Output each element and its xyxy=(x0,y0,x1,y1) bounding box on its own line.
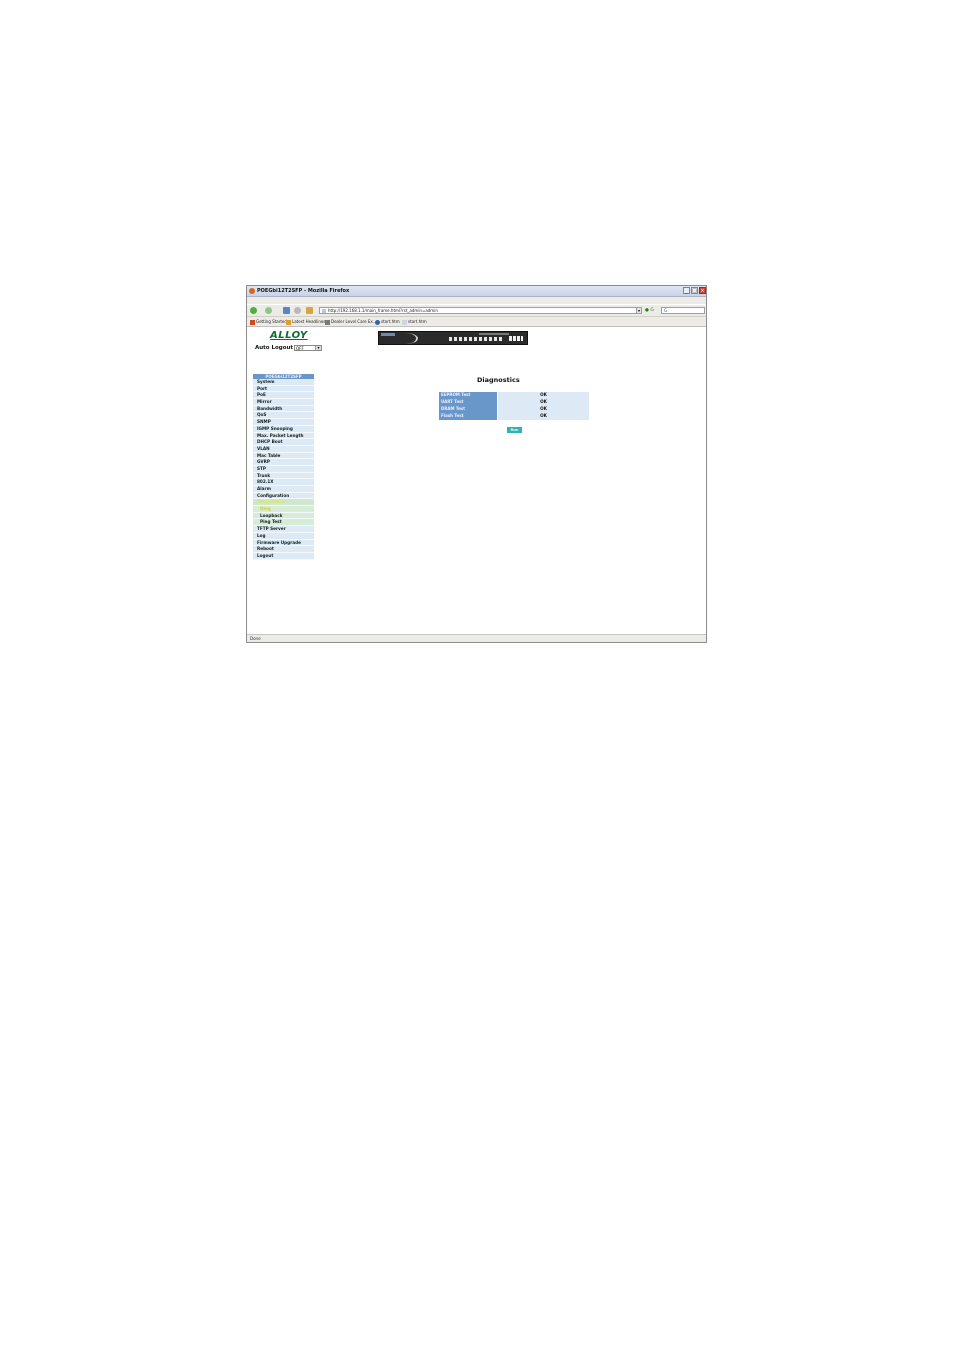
test-result: OK xyxy=(498,413,589,420)
device-sfp-ports xyxy=(509,336,523,341)
sidebar-item-port[interactable]: Port xyxy=(253,385,314,393)
test-label: Flash Test xyxy=(439,413,497,420)
device-logo xyxy=(381,333,395,336)
sidebar-item-diagnostics[interactable]: Diagnostics xyxy=(253,499,314,507)
sidebar-item-logout[interactable]: Logout xyxy=(253,552,314,560)
switch-front-panel-image xyxy=(378,331,528,345)
sidebar-item-diag[interactable]: Diag xyxy=(253,506,314,513)
bookmark-getting-started[interactable]: Getting Started xyxy=(250,318,287,325)
test-label: EEPROM Test xyxy=(439,392,497,399)
status-bar: Done xyxy=(247,634,706,642)
device-curve xyxy=(394,333,418,344)
sidebar-item-bandwidth[interactable]: Bandwidth xyxy=(253,405,314,413)
title-bar: POEGbi12T2SFP - Mozilla Firefox _ □ × xyxy=(247,286,706,297)
sidebar-item-poe[interactable]: PoE xyxy=(253,392,314,400)
bookmarks-toolbar: Getting Started Latest Headlines Dealer … xyxy=(247,317,706,327)
maximize-button[interactable]: □ xyxy=(691,287,698,294)
table-row: DRAM Test OK xyxy=(439,406,589,413)
window-title: POEGbi12T2SFP - Mozilla Firefox xyxy=(257,288,350,294)
sidebar-menu: POEGbi12T2SFP System Port PoE Mirror Bandwid… xyxy=(253,374,314,560)
sidebar-item-alarm[interactable]: Alarm xyxy=(253,486,314,493)
table-row: EEPROM Test OK xyxy=(439,392,589,399)
chevron-down-icon: ▾ xyxy=(315,346,321,350)
bookmark-label: Latest Headlines xyxy=(292,319,326,324)
bookmark-label: start.htm xyxy=(381,319,400,324)
navigation-toolbar: http://192.168.1.1/main_frame.html?rst_a… xyxy=(247,305,706,317)
device-label-strip xyxy=(479,333,509,335)
bookmark-label: start.htm xyxy=(408,319,427,324)
stop-icon[interactable] xyxy=(294,307,301,314)
auto-logout-value: OFF xyxy=(296,346,304,351)
sidebar-item-mac-table[interactable]: Mac Table xyxy=(253,452,314,460)
go-label: G xyxy=(650,308,654,313)
run-button[interactable]: Run xyxy=(507,427,522,433)
reload-icon[interactable] xyxy=(283,307,290,314)
sidebar-item-reboot[interactable]: Reboot xyxy=(253,546,314,553)
rss-icon xyxy=(286,319,291,325)
url-dropdown-icon[interactable]: ▾ xyxy=(636,307,642,314)
back-icon[interactable] xyxy=(250,307,257,314)
sidebar-item-tftp-server[interactable]: TFTP Server xyxy=(253,526,314,533)
sidebar-item-stp[interactable]: STP xyxy=(253,465,314,473)
menu-bar: File Edit View Go Bookmarks Tools Help xyxy=(247,297,706,314)
sidebar-item-vlan[interactable]: VLAN xyxy=(253,445,314,453)
sidebar-item-configuration[interactable]: Configuration xyxy=(253,492,314,500)
bookmark-start-2[interactable]: start.htm xyxy=(402,318,427,325)
sidebar-item-mirror[interactable]: Mirror xyxy=(253,399,314,406)
minimize-button[interactable]: _ xyxy=(683,287,690,294)
sidebar-item-log[interactable]: Log xyxy=(253,532,314,540)
sidebar-item-trunk[interactable]: Trunk xyxy=(253,472,314,480)
sidebar-item-max-packet-length[interactable]: Max. Packet Length xyxy=(253,432,314,440)
alloy-logo: ALLOY xyxy=(270,330,308,341)
bookmark-latest-headlines[interactable]: Latest Headlines xyxy=(286,318,325,325)
sidebar-item-qos[interactable]: QoS xyxy=(253,412,314,420)
sidebar-item-gvrp[interactable]: GVRP xyxy=(253,459,314,466)
page-content: ALLOY Auto Logout OFF ▾ POEGbi12T2SFP Sy… xyxy=(247,328,706,634)
sidebar-item-igmp-snooping[interactable]: IGMP Snooping xyxy=(253,425,314,433)
device-ports xyxy=(449,337,504,341)
globe-icon xyxy=(375,319,380,325)
bookmark-dealer[interactable]: Dealer Level Care Ex... xyxy=(325,318,377,325)
search-input[interactable]: G xyxy=(661,307,705,314)
test-result: OK xyxy=(498,392,589,399)
url-input[interactable]: http://192.168.1.1/main_frame.html?rst_a… xyxy=(319,307,641,314)
url-text: http://192.168.1.1/main_frame.html?rst_a… xyxy=(328,308,438,313)
sidebar-item-802-1x[interactable]: 802.1X xyxy=(253,479,314,486)
status-text: Done xyxy=(250,636,261,641)
auto-logout-select[interactable]: OFF ▾ xyxy=(294,345,322,351)
bookmark-start-1[interactable]: start.htm xyxy=(375,318,400,325)
sidebar-item-firmware-upgrade[interactable]: Firmware Upgrade xyxy=(253,539,314,547)
search-placeholder: G xyxy=(664,308,668,313)
browser-window: POEGbi12T2SFP - Mozilla Firefox _ □ × Fi… xyxy=(246,285,707,643)
test-label: DRAM Test xyxy=(439,406,497,413)
page-title: Diagnostics xyxy=(477,376,520,384)
home-icon[interactable] xyxy=(306,307,313,314)
test-result: OK xyxy=(498,406,589,413)
bookmark-label: Getting Started xyxy=(256,319,287,324)
bookmark-label: Dealer Level Care Ex... xyxy=(331,319,377,324)
go-button[interactable]: ● G xyxy=(645,307,654,314)
test-result: OK xyxy=(498,399,589,406)
test-label: UART Test xyxy=(439,399,497,406)
sidebar-item-dhcp-boot[interactable]: DHCP Boot xyxy=(253,439,314,446)
page-icon xyxy=(402,319,407,325)
sidebar-item-system[interactable]: System xyxy=(253,379,314,386)
diagnostics-table: EEPROM Test OK UART Test OK DRAM Test OK… xyxy=(439,392,589,420)
close-button[interactable]: × xyxy=(699,287,706,294)
firefox-icon xyxy=(249,288,255,294)
forward-icon[interactable] xyxy=(265,307,272,314)
table-row: Flash Test OK xyxy=(439,413,589,420)
sidebar-item-ping-test[interactable]: Ping Test xyxy=(253,519,314,527)
table-row: UART Test OK xyxy=(439,399,589,406)
page-icon xyxy=(325,319,330,325)
auto-logout-label: Auto Logout xyxy=(255,345,294,351)
sidebar-item-loopback[interactable]: Loopback xyxy=(253,512,314,520)
page-icon xyxy=(322,309,326,313)
firefox-icon xyxy=(250,319,255,325)
sidebar-item-snmp[interactable]: SNMP xyxy=(253,419,314,426)
